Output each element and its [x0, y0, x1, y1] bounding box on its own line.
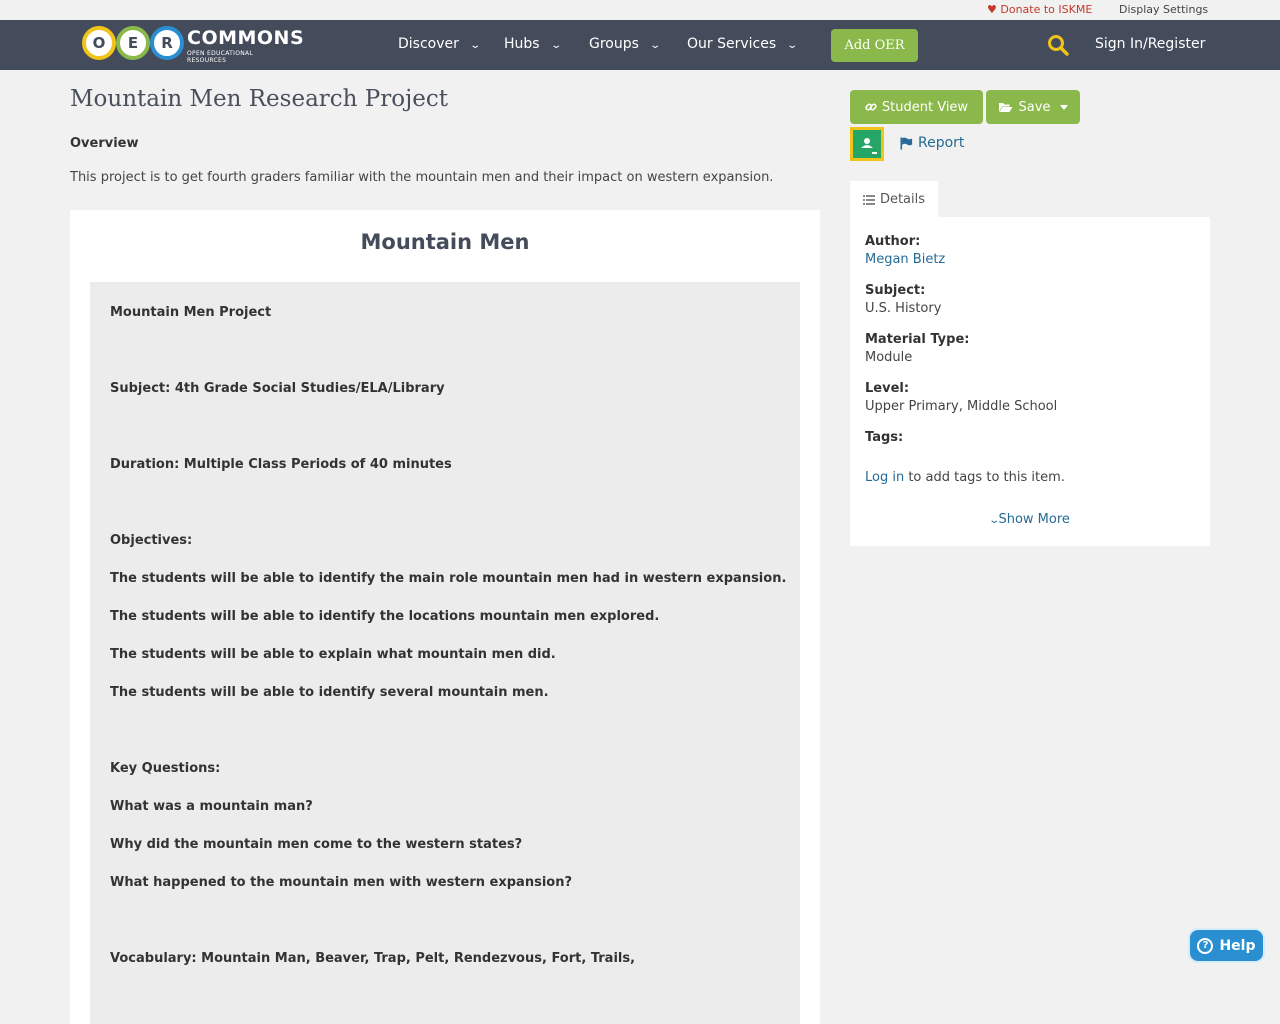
chevron-down-icon: ⌄	[649, 40, 661, 51]
google-classroom-icon	[861, 138, 877, 154]
donate-link[interactable]: ♥ Donate to ISKME	[987, 3, 1092, 16]
material-type-label: Material Type:	[865, 332, 970, 347]
help-circle-icon: ?	[1197, 937, 1214, 954]
list-icon	[862, 194, 875, 205]
details-panel: Author: Megan Bietz Subject: U.S. Histor…	[850, 217, 1210, 546]
add-oer-button[interactable]: Add OER	[831, 29, 918, 62]
logo-wordmark: COMMONS	[187, 27, 305, 49]
oer-commons-logo[interactable]: O E R COMMONS OPEN EDUCATIONAL RESOURCES	[82, 25, 304, 64]
top-utility-bar: ♥ Donate to ISKME Display Settings	[0, 0, 1280, 20]
help-button[interactable]: ? Help	[1188, 928, 1265, 963]
content-line: Duration: Multiple Class Periods of 40 m…	[110, 457, 452, 472]
nav-discover-label: Discover	[398, 36, 459, 52]
content-line: What was a mountain man?	[110, 799, 313, 814]
student-view-button[interactable]: Student View	[850, 90, 983, 124]
chevron-down-icon: ⌄	[988, 515, 1001, 526]
heart-icon: ♥	[987, 3, 997, 16]
material-type-value: Module	[865, 350, 913, 365]
google-classroom-button[interactable]	[850, 127, 884, 161]
subject-value: U.S. History	[865, 301, 942, 316]
chevron-down-icon: ⌄	[549, 40, 562, 51]
chevron-down-icon: ⌄	[469, 40, 481, 51]
search-icon[interactable]	[1047, 34, 1069, 56]
student-view-label: Student View	[881, 99, 969, 115]
content-line: Why did the mountain men come to the wes…	[110, 837, 523, 852]
content-line: The students will be able to identify se…	[110, 685, 549, 700]
content-line: Objectives:	[110, 533, 193, 548]
link-icon	[865, 103, 877, 111]
report-label: Report	[918, 135, 965, 151]
donate-label: Donate to ISKME	[1000, 3, 1093, 16]
nav-discover[interactable]: Discover ⌄	[398, 36, 481, 52]
overview-label: Overview	[70, 136, 139, 151]
folder-open-icon	[998, 103, 1013, 112]
tab-details-label: Details	[879, 192, 926, 207]
main-navbar: O E R COMMONS OPEN EDUCATIONAL RESOURCES…	[0, 20, 1280, 70]
logo-letter-e: E	[116, 26, 150, 60]
content-line: Mountain Men Project	[110, 305, 272, 320]
save-label: Save	[1018, 99, 1051, 115]
logo-subtitle: OPEN EDUCATIONAL RESOURCES	[187, 50, 254, 64]
flag-icon	[900, 137, 913, 149]
chevron-down-icon: ⌄	[786, 40, 799, 51]
sign-in-register-link[interactable]: Sign In/Register	[1095, 36, 1205, 52]
save-button[interactable]: Save	[986, 90, 1080, 124]
report-link[interactable]: Report	[900, 135, 964, 151]
nav-hubs-label: Hubs	[504, 36, 540, 52]
content-line: The students will be able to identify th…	[110, 571, 787, 586]
subject-label: Subject:	[865, 283, 926, 298]
nav-groups[interactable]: Groups ⌄	[589, 36, 661, 52]
login-link[interactable]: Log in	[865, 470, 904, 485]
content-body: Mountain Men Project Subject: 4th Grade …	[90, 282, 800, 1024]
nav-our-services[interactable]: Our Services ⌄	[687, 36, 799, 52]
resource-content-card: Mountain Men Mountain Men Project Subjec…	[70, 210, 820, 1024]
display-settings-link[interactable]: Display Settings	[1119, 3, 1208, 16]
login-to-tag-text: Log in to add tags to this item.	[865, 470, 1065, 485]
level-value: Upper Primary, Middle School	[865, 399, 1058, 414]
content-line: Vocabulary: Mountain Man, Beaver, Trap, …	[110, 951, 636, 966]
level-label: Level:	[865, 381, 910, 396]
content-heading: Mountain Men	[360, 230, 530, 254]
logo-letter-r: R	[150, 26, 184, 60]
nav-our-services-label: Our Services	[687, 36, 777, 52]
tags-label: Tags:	[865, 430, 904, 445]
page-title: Mountain Men Research Project	[70, 86, 448, 112]
help-label: Help	[1219, 937, 1256, 954]
show-more-link[interactable]: ⌄Show More	[850, 512, 1210, 527]
overview-text: This project is to get fourth graders fa…	[70, 170, 774, 185]
content-line: What happened to the mountain men with w…	[110, 875, 573, 890]
nav-hubs[interactable]: Hubs ⌄	[504, 36, 562, 52]
caret-down-icon	[1060, 104, 1069, 110]
logo-letter-o: O	[82, 26, 116, 60]
nav-groups-label: Groups	[589, 36, 639, 52]
login-rest-text: to add tags to this item.	[904, 470, 1065, 485]
content-line: Subject: 4th Grade Social Studies/ELA/Li…	[110, 381, 445, 396]
tab-details[interactable]: Details	[850, 181, 938, 218]
author-label: Author:	[865, 234, 921, 249]
content-line: The students will be able to identify th…	[110, 609, 660, 624]
content-line: Key Questions:	[110, 761, 221, 776]
author-link[interactable]: Megan Bietz	[865, 252, 945, 267]
show-more-label: Show More	[998, 512, 1070, 527]
content-line: The students will be able to explain wha…	[110, 647, 556, 662]
